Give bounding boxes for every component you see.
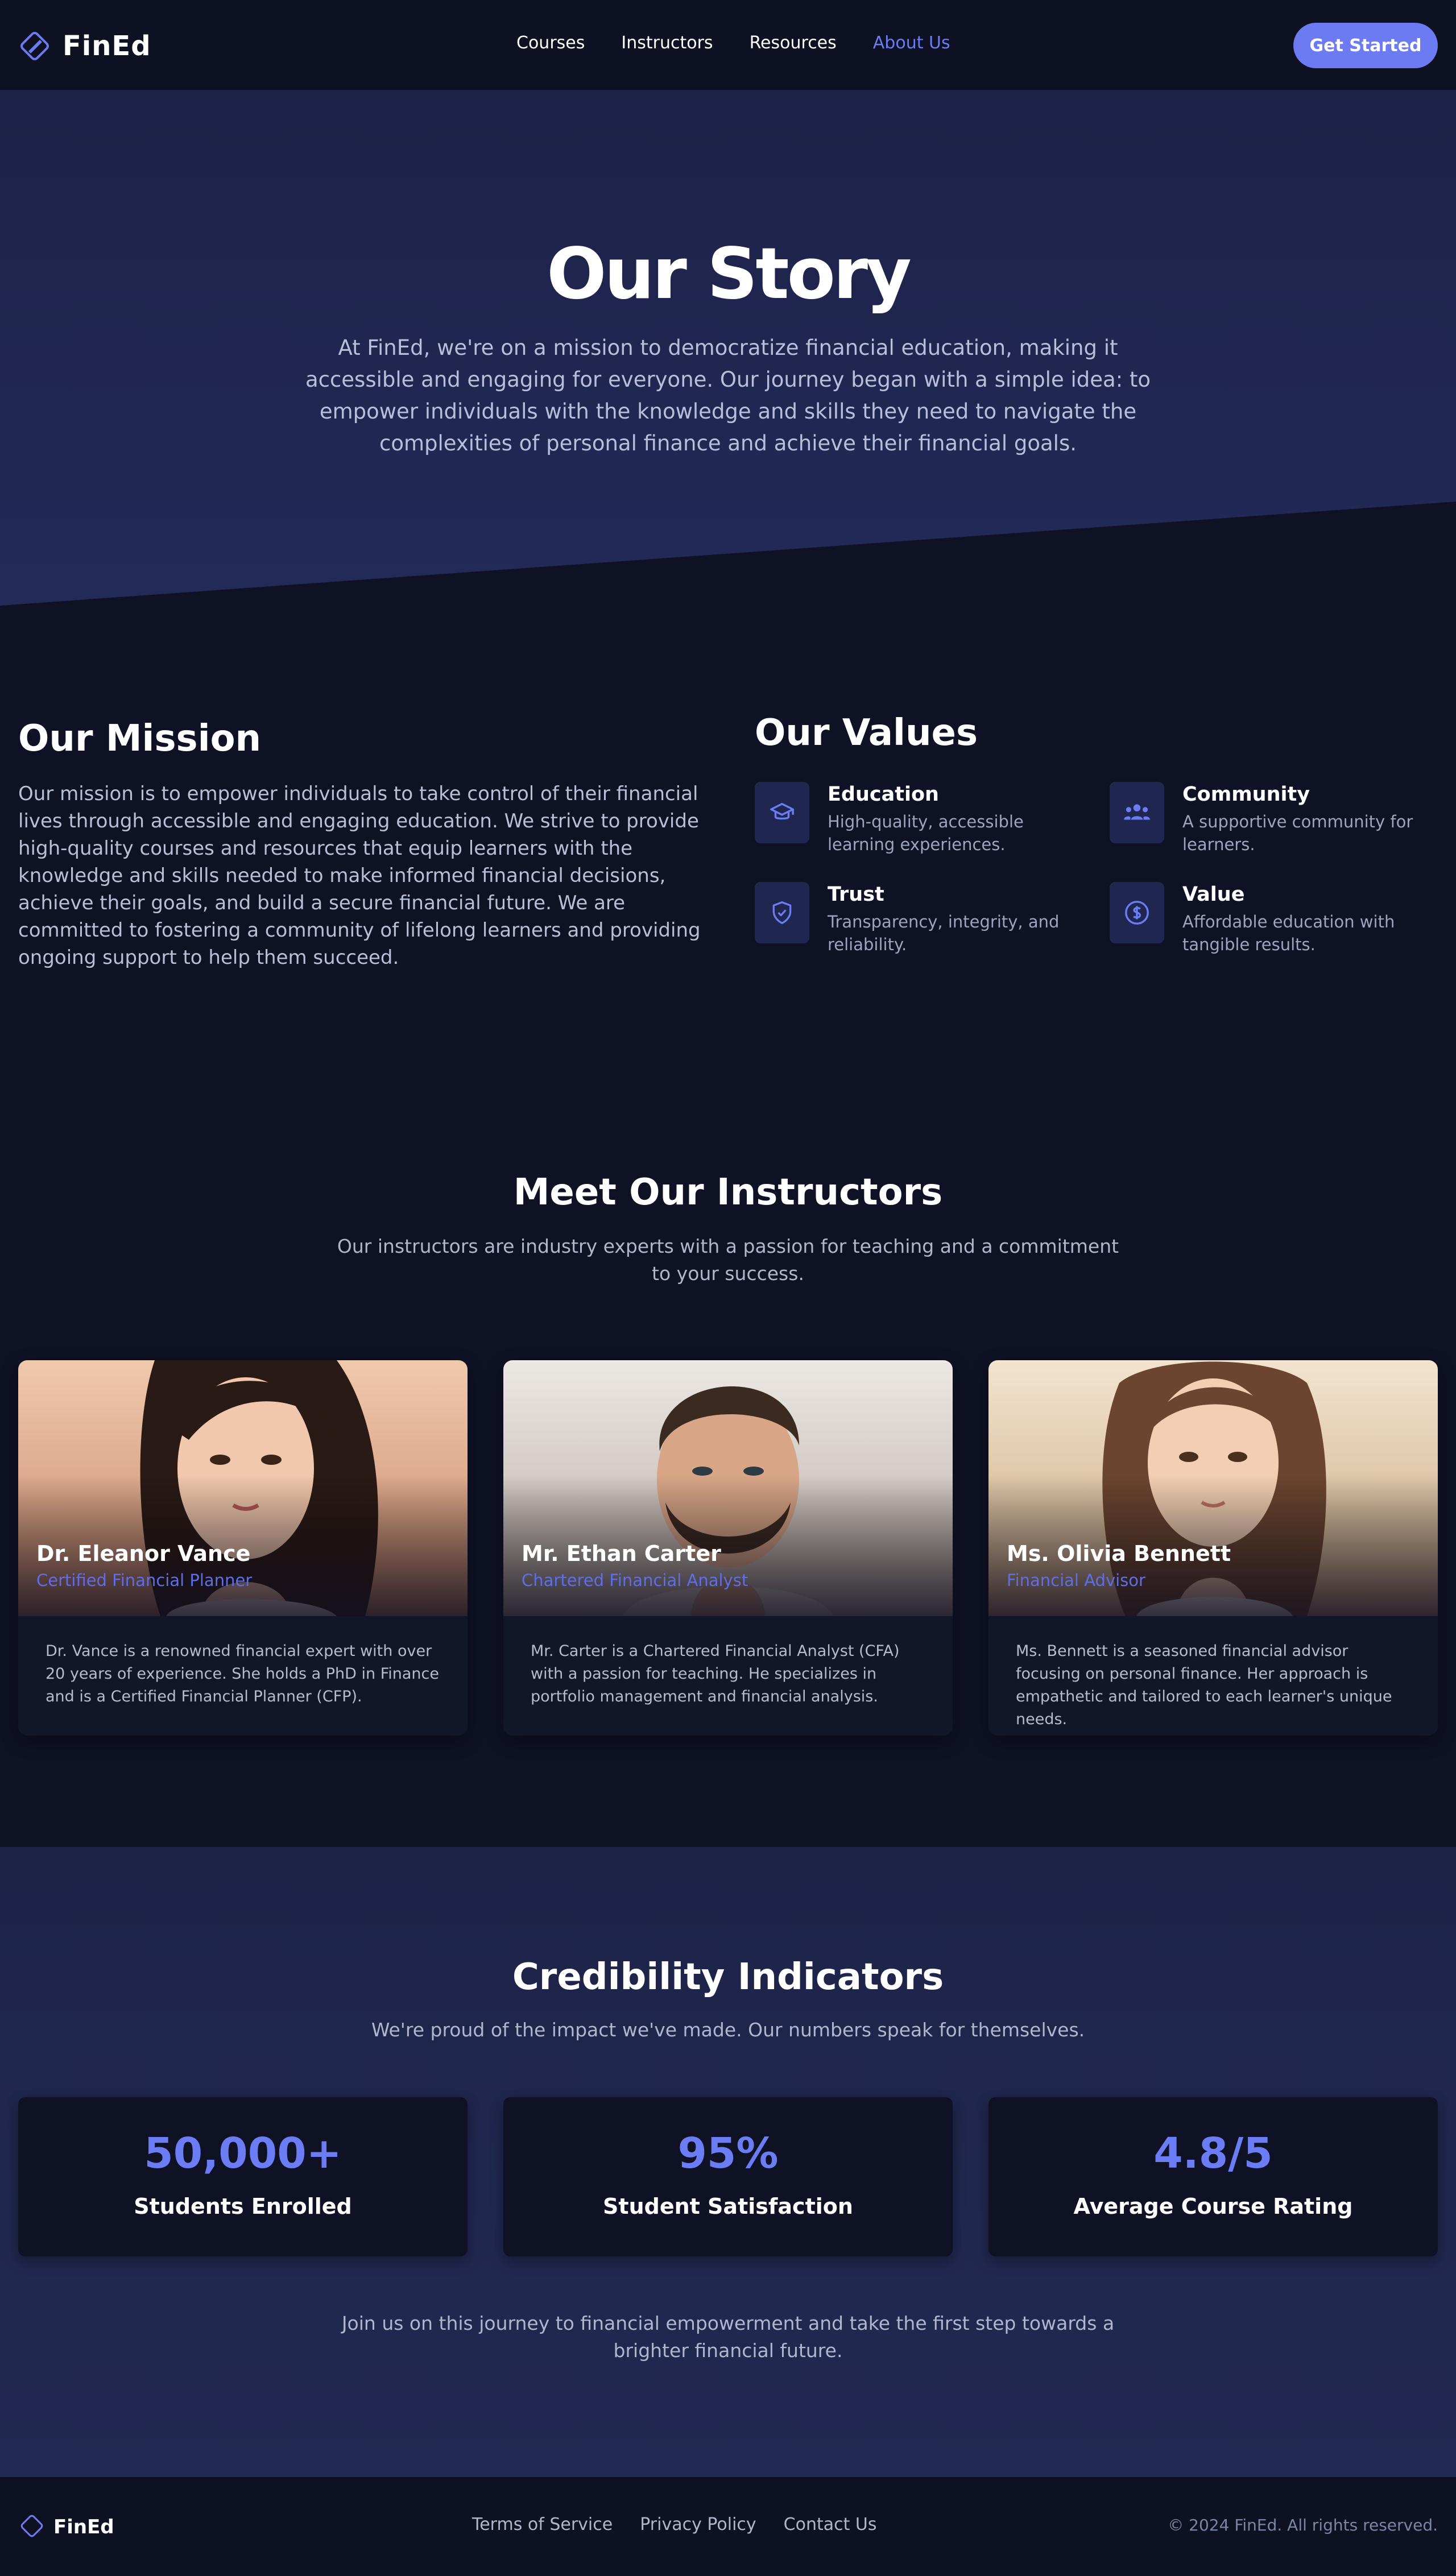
- get-started-button[interactable]: Get Started: [1293, 23, 1438, 68]
- footer-link-privacy[interactable]: Privacy Policy: [640, 2515, 756, 2534]
- value-value: Value Affordable education with tangible…: [1110, 882, 1440, 967]
- instructor-role: Chartered Financial Analyst: [522, 1571, 748, 1590]
- footer-logo[interactable]: FinEd: [18, 2512, 114, 2542]
- value-name: Value: [1182, 883, 1245, 906]
- value-education: Education High-quality, accessible learn…: [755, 782, 1085, 867]
- closing-text: Join us on this journey to financial emp…: [341, 2312, 1115, 2362]
- value-desc: Affordable education with tangible resul…: [1182, 912, 1395, 954]
- footer-links: Terms of Service Privacy Policy Contact …: [472, 2515, 904, 2534]
- nav-links: Courses Instructors Resources About Us: [516, 33, 987, 53]
- stat-value: 4.8/5: [1153, 2129, 1273, 2178]
- instructor-role: Certified Financial Planner: [36, 1571, 253, 1590]
- instructor-card[interactable]: Mr. Ethan Carter Chartered Financial Ana…: [503, 1360, 953, 1736]
- instructor-bio: Dr. Vance is a renowned financial expert…: [46, 1642, 439, 1705]
- stat-label: Average Course Rating: [1073, 2194, 1353, 2219]
- nav-link-courses[interactable]: Courses: [516, 33, 585, 53]
- instructor-bio: Ms. Bennett is a seasoned financial advi…: [1016, 1642, 1392, 1728]
- stat-label: Students Enrolled: [134, 2194, 352, 2219]
- top-nav: FinEd Courses Instructors Resources Abou…: [0, 0, 1456, 91]
- instructor-name: Dr. Eleanor Vance: [36, 1541, 251, 1566]
- hero-text: At FinEd, we're on a mission to democrat…: [305, 336, 1151, 455]
- footer-link-contact[interactable]: Contact Us: [784, 2515, 877, 2534]
- logo-icon: [18, 2512, 46, 2542]
- page-title: Our Story: [547, 233, 912, 315]
- copyright: © 2024 FinEd. All rights reserved.: [1168, 2516, 1438, 2534]
- footer-brand-name: FinEd: [53, 2516, 114, 2538]
- footer-link-terms[interactable]: Terms of Service: [472, 2515, 613, 2534]
- brand-name: FinEd: [63, 30, 151, 62]
- instructor-role: Financial Advisor: [1007, 1571, 1145, 1590]
- stat-card: 95% Student Satisfaction: [503, 2097, 953, 2256]
- values-title: Our Values: [755, 712, 978, 754]
- nav-link-about-us[interactable]: About Us: [873, 33, 950, 53]
- stat-label: Student Satisfaction: [603, 2194, 853, 2219]
- nav-link-instructors[interactable]: Instructors: [621, 33, 713, 53]
- stat-card: 4.8/5 Average Course Rating: [988, 2097, 1438, 2256]
- value-name: Community: [1182, 783, 1310, 806]
- credibility-subtitle: We're proud of the impact we've made. Ou…: [371, 2019, 1085, 2041]
- value-desc: Transparency, integrity, and reliability…: [828, 912, 1060, 954]
- instructors-subtitle: Our instructors are industry experts wit…: [337, 1235, 1119, 1285]
- instructor-card[interactable]: Ms. Olivia Bennett Financial Advisor Ms.…: [988, 1360, 1438, 1736]
- instructor-name: Ms. Olivia Bennett: [1007, 1541, 1231, 1566]
- value-name: Education: [828, 783, 939, 806]
- people-icon: [1110, 782, 1164, 843]
- instructor-bio: Mr. Carter is a Chartered Financial Anal…: [531, 1642, 900, 1705]
- instructor-name: Mr. Ethan Carter: [522, 1541, 721, 1566]
- nav-link-resources[interactable]: Resources: [750, 33, 837, 53]
- dollar-circle-icon: [1110, 882, 1164, 943]
- footer: FinEd Terms of Service Privacy Policy Co…: [0, 2477, 1456, 2576]
- credibility-title: Credibility Indicators: [512, 1956, 944, 1998]
- logo-icon: [17, 28, 52, 64]
- stat-card: 50,000+ Students Enrolled: [18, 2097, 468, 2256]
- value-desc: High-quality, accessible learning experi…: [828, 812, 1024, 854]
- stat-value: 50,000+: [144, 2129, 342, 2178]
- instructors-title: Meet Our Instructors: [513, 1171, 943, 1214]
- value-trust: Trust Transparency, integrity, and relia…: [755, 882, 1085, 967]
- shield-check-icon: [755, 882, 809, 943]
- value-desc: A supportive community for learners.: [1182, 812, 1413, 854]
- stat-value: 95%: [677, 2129, 779, 2178]
- instructor-card[interactable]: Dr. Eleanor Vance Certified Financial Pl…: [18, 1360, 468, 1736]
- graduation-cap-icon: [755, 782, 809, 843]
- value-community: Community A supportive community for lea…: [1110, 782, 1440, 867]
- value-name: Trust: [828, 883, 884, 906]
- brand-logo[interactable]: FinEd: [17, 26, 151, 66]
- mission-title: Our Mission: [18, 718, 262, 760]
- mission-text: Our mission is to empower individuals to…: [18, 782, 701, 969]
